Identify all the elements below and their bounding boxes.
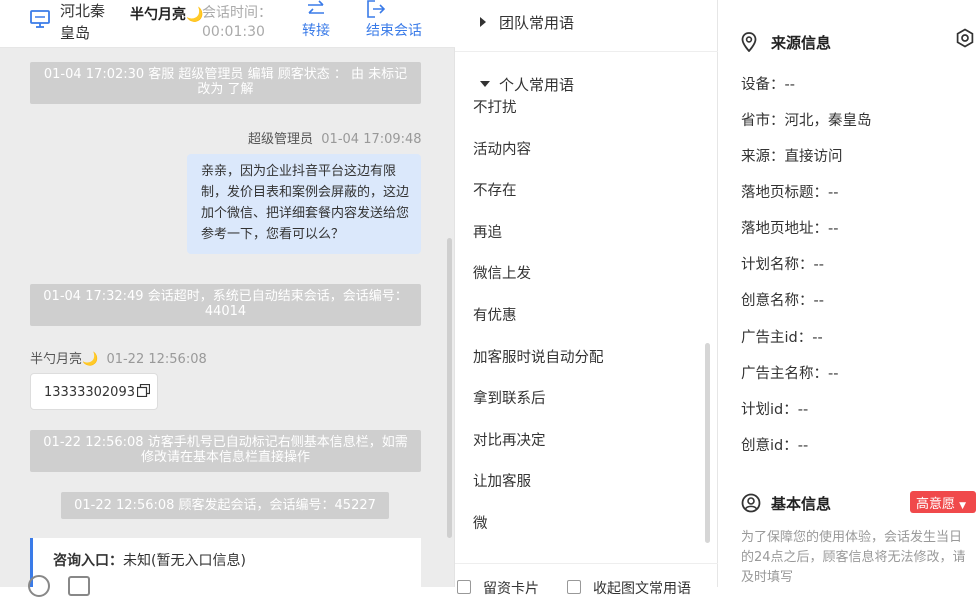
transfer-button[interactable]: 转接	[302, 0, 330, 40]
info-row-plan-name: 计划名称：--	[741, 257, 824, 273]
exit-icon	[367, 0, 386, 18]
agent-name: 超级管理员	[248, 132, 314, 147]
system-message: 01-22 12:56:08 访客手机号已自动标记右侧基本信息栏，如需修改请在基…	[30, 430, 421, 472]
visitor-location: 河北秦皇岛	[60, 2, 106, 42]
transfer-icon	[308, 0, 324, 14]
lead-card-checkbox[interactable]	[457, 580, 471, 594]
agent-message-bubble: 亲亲，因为企业抖音平台这边有限制，发价目表和案例会屏蔽的，这边加个微信、把详细套…	[187, 154, 421, 254]
caret-right-icon	[480, 17, 486, 27]
customer-message-meta: 半勺月亮🌙 01-22 12:56:08	[30, 348, 207, 367]
phrase-item[interactable]: 微信上发	[473, 262, 531, 283]
phone-message[interactable]: 13333302093	[30, 373, 158, 410]
settings-icon[interactable]	[955, 28, 975, 48]
phrase-item[interactable]: 有优惠	[473, 304, 517, 325]
collapse-phrases-label: 收起图文常用语	[593, 581, 691, 597]
info-row-province: 省市：河北，秦皇岛	[741, 113, 872, 129]
session-time-label: 会话时间：	[202, 5, 272, 21]
my-phrases-group[interactable]: 个人常用语	[455, 74, 718, 95]
phrases-scrollbar[interactable]	[705, 343, 710, 543]
chat-scrollbar[interactable]	[447, 238, 452, 538]
agent-message-meta: 超级管理员 01-04 17:09:48	[248, 128, 422, 147]
chat-header: 河北秦皇岛 半勺月亮🌙 会话时间： 00:01:30 转接 结束会话	[0, 0, 455, 48]
quick-phrases-panel: 团队常用语 个人常用语 不打扰 活动内容 不存在 再追 微信上发 有优惠 加客服…	[455, 0, 718, 597]
location-pin-icon	[741, 32, 757, 52]
info-row-source: 来源：直接访问	[741, 149, 843, 165]
system-message: 01-04 17:32:49 会话超时，系统已自动结束会话，会话编号：44014	[30, 284, 421, 326]
intent-level-label: 高意愿	[916, 497, 956, 512]
my-phrases-label: 个人常用语	[499, 76, 575, 94]
caret-down-icon: ▼	[959, 501, 967, 511]
message-list[interactable]: 01-04 17:02:30 客服 超级管理员 编辑 顾客状态 ： 由 未标记 …	[0, 48, 455, 587]
phrase-item[interactable]: 让加客服	[473, 470, 531, 491]
info-row-creative-id: 创意id：--	[741, 438, 809, 454]
transfer-label: 转接	[302, 23, 330, 39]
team-phrases-group[interactable]: 团队常用语	[455, 12, 718, 52]
lead-card-label: 留资卡片	[483, 581, 539, 597]
info-row-creative-name: 创意名称：--	[741, 293, 824, 309]
info-row-plan-id: 计划id：--	[741, 402, 809, 418]
phrase-item[interactable]: 加客服时说自动分配	[473, 346, 604, 367]
copy-icon[interactable]	[136, 384, 150, 397]
phrase-item[interactable]: 活动内容	[473, 138, 531, 159]
entry-value: 未知(暂无入口信息)	[123, 553, 246, 569]
phrase-item[interactable]: 对比再决定	[473, 429, 546, 450]
basic-info-header: 基本信息	[741, 493, 831, 514]
intent-level-dropdown[interactable]: 高意愿 ▼	[910, 491, 976, 513]
visitor-info-panel: 来源信息 设备：-- 省市：河北，秦皇岛 来源：直接访问 落地页标题：-- 落地…	[719, 0, 979, 587]
system-message: 01-04 17:02:30 客服 超级管理员 编辑 顾客状态 ： 由 未标记 …	[30, 62, 421, 104]
phone-number: 13333302093	[44, 385, 135, 400]
info-row-device: 设备：--	[741, 77, 795, 93]
phrase-item[interactable]: 微	[473, 512, 488, 533]
source-info-title: 来源信息	[771, 34, 832, 52]
session-time-value: 00:01:30	[202, 24, 265, 40]
source-info-header: 来源信息	[741, 32, 831, 53]
customer-name: 半勺月亮🌙	[130, 7, 204, 23]
agent-message-time: 01-04 17:09:48	[321, 132, 422, 147]
caret-down-icon	[480, 81, 490, 87]
monitor-icon	[30, 10, 50, 28]
phrase-item[interactable]: 不打扰	[473, 96, 517, 117]
emoji-icon[interactable]	[28, 575, 50, 597]
info-row-advertiser-id: 广告主id：--	[741, 330, 823, 346]
info-row-landing-title: 落地页标题：--	[741, 185, 839, 201]
customer-message-time: 01-22 12:56:08	[106, 352, 207, 367]
info-edit-note: 为了保障您的使用体验，会话发生当日的24点之后，顾客信息将无法修改，请及时填写	[741, 530, 966, 585]
info-row-landing-url: 落地页地址：--	[741, 221, 839, 237]
basic-info-title: 基本信息	[771, 495, 832, 513]
system-message: 01-22 12:56:08 顾客发起会话，会话编号：45227	[61, 492, 389, 519]
entry-label: 咨询入口：	[53, 553, 123, 569]
collapse-phrases-checkbox[interactable]	[567, 580, 581, 594]
info-row-advertiser-name: 广告主名称：--	[741, 366, 839, 382]
team-phrases-label: 团队常用语	[499, 14, 575, 32]
chat-panel: 河北秦皇岛 半勺月亮🌙 会话时间： 00:01:30 转接 结束会话 01-04…	[0, 0, 455, 597]
end-session-button[interactable]: 结束会话	[366, 0, 422, 40]
phrase-item[interactable]: 再追	[473, 221, 502, 242]
user-icon	[741, 493, 761, 513]
phrase-item[interactable]: 不存在	[473, 179, 517, 200]
phrase-item[interactable]: 拿到联系后	[473, 387, 546, 408]
end-session-label: 结束会话	[366, 23, 422, 39]
image-upload-icon[interactable]	[68, 576, 90, 596]
customer-message-name: 半勺月亮🌙	[30, 352, 99, 367]
